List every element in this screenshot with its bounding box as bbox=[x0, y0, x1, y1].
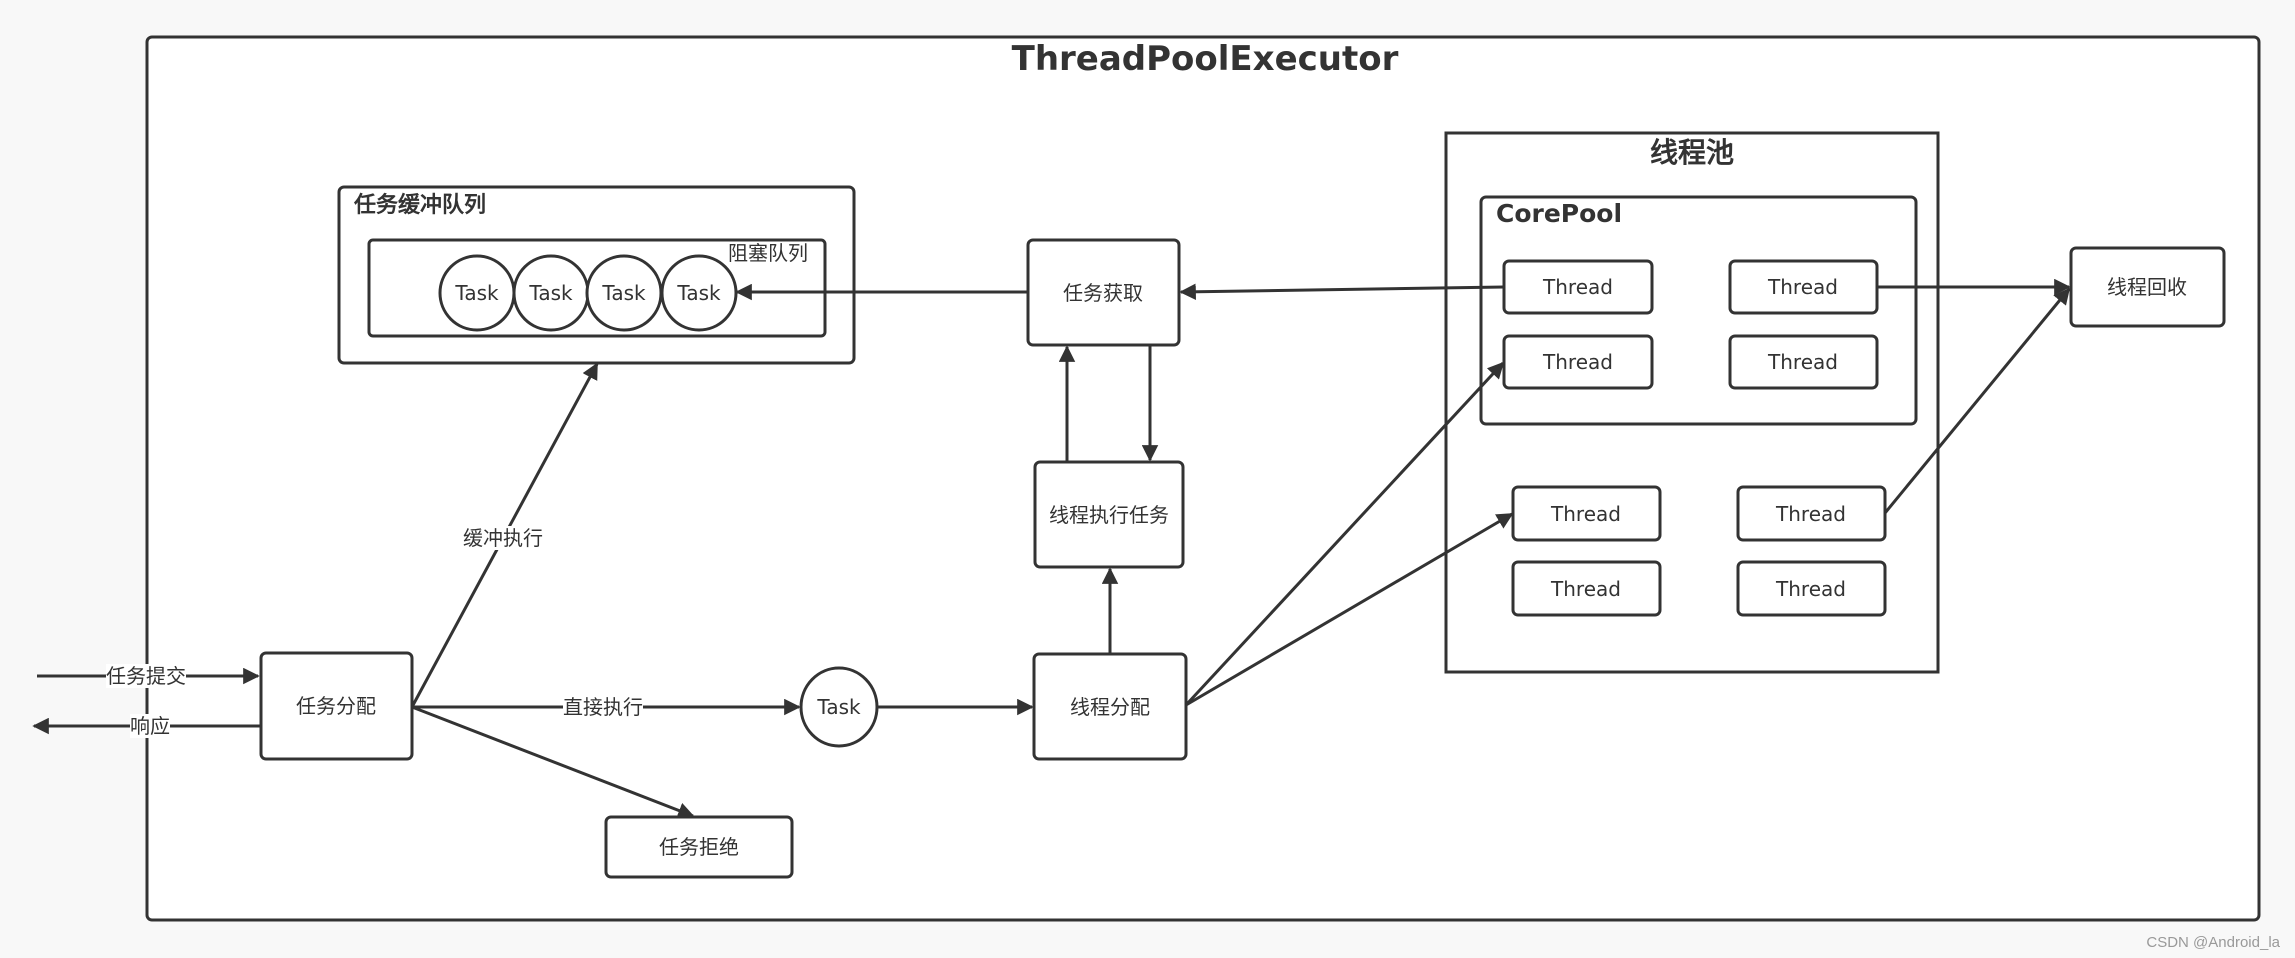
non-core-thread: Thread bbox=[1511, 560, 1662, 617]
response-label: 响应 bbox=[130, 714, 170, 738]
svg-text:Thread: Thread bbox=[1542, 275, 1613, 299]
direct-task-node: Task bbox=[799, 666, 879, 748]
core-thread: Thread bbox=[1502, 334, 1654, 390]
buffer-queue-title: 任务缓冲队列 bbox=[353, 192, 486, 218]
task-reject-node: 任务拒绝 bbox=[604, 815, 794, 879]
svg-text:任务拒绝: 任务拒绝 bbox=[659, 835, 739, 859]
core-thread: Thread bbox=[1728, 259, 1879, 315]
svg-text:Task: Task bbox=[528, 281, 573, 305]
svg-text:Thread: Thread bbox=[1542, 350, 1613, 374]
svg-text:Thread: Thread bbox=[1775, 502, 1846, 526]
core-thread: Thread bbox=[1728, 334, 1879, 390]
svg-text:任务分配: 任务分配 bbox=[296, 694, 376, 718]
buffer-exec-label: 缓冲执行 bbox=[463, 526, 543, 550]
core-thread: Thread bbox=[1502, 259, 1654, 315]
thread-recycle-node: 线程回收 bbox=[2069, 246, 2226, 328]
thread-dispatch-node: 线程分配 bbox=[1032, 652, 1188, 761]
core-pool-title: CorePool bbox=[1496, 199, 1622, 228]
svg-text:线程执行任务: 线程执行任务 bbox=[1049, 503, 1169, 527]
svg-text:任务获取: 任务获取 bbox=[1063, 281, 1143, 305]
non-core-thread: Thread bbox=[1736, 485, 1887, 542]
queued-task: Task bbox=[585, 254, 663, 332]
svg-text:Task: Task bbox=[676, 281, 721, 305]
watermark: CSDN @Android_la bbox=[2146, 934, 2280, 951]
svg-text:Thread: Thread bbox=[1775, 577, 1846, 601]
svg-text:Thread: Thread bbox=[1550, 502, 1621, 526]
diagram-title: ThreadPoolExecutor bbox=[1012, 39, 1399, 79]
task-dispatch-node: 任务分配 bbox=[259, 651, 414, 761]
svg-text:任务提交: 任务提交 bbox=[106, 664, 186, 688]
svg-text:Task: Task bbox=[454, 281, 499, 305]
svg-text:直接执行: 直接执行 bbox=[563, 695, 643, 719]
executor-container bbox=[145, 35, 2261, 922]
queued-task: Task bbox=[660, 254, 738, 332]
svg-text:Task: Task bbox=[601, 281, 646, 305]
blocking-queue-label: 阻塞队列 bbox=[728, 241, 808, 265]
svg-text:缓冲执行: 缓冲执行 bbox=[463, 526, 543, 550]
submit-label: 任务提交 bbox=[106, 664, 186, 688]
thread-pool-title: 线程池 bbox=[1650, 136, 1734, 169]
non-core-thread: Thread bbox=[1511, 485, 1662, 542]
thread-pool-diagram: ThreadPoolExecutor 任务缓冲队列 阻塞队列 Task Task… bbox=[32, 35, 2281, 951]
thread-exec-node: 线程执行任务 bbox=[1033, 460, 1185, 569]
task-fetch-node: 任务获取 bbox=[1026, 238, 1181, 347]
svg-text:Thread: Thread bbox=[1550, 577, 1621, 601]
direct-exec-label: 直接执行 bbox=[563, 695, 643, 719]
svg-text:线程回收: 线程回收 bbox=[2107, 275, 2187, 299]
svg-text:Thread: Thread bbox=[1767, 350, 1838, 374]
svg-text:响应: 响应 bbox=[130, 714, 170, 738]
queued-task: Task bbox=[512, 254, 590, 332]
non-core-thread: Thread bbox=[1736, 560, 1887, 617]
svg-text:Task: Task bbox=[816, 695, 861, 719]
svg-text:Thread: Thread bbox=[1767, 275, 1838, 299]
svg-text:线程分配: 线程分配 bbox=[1070, 695, 1150, 719]
queued-task: Task bbox=[438, 254, 516, 332]
